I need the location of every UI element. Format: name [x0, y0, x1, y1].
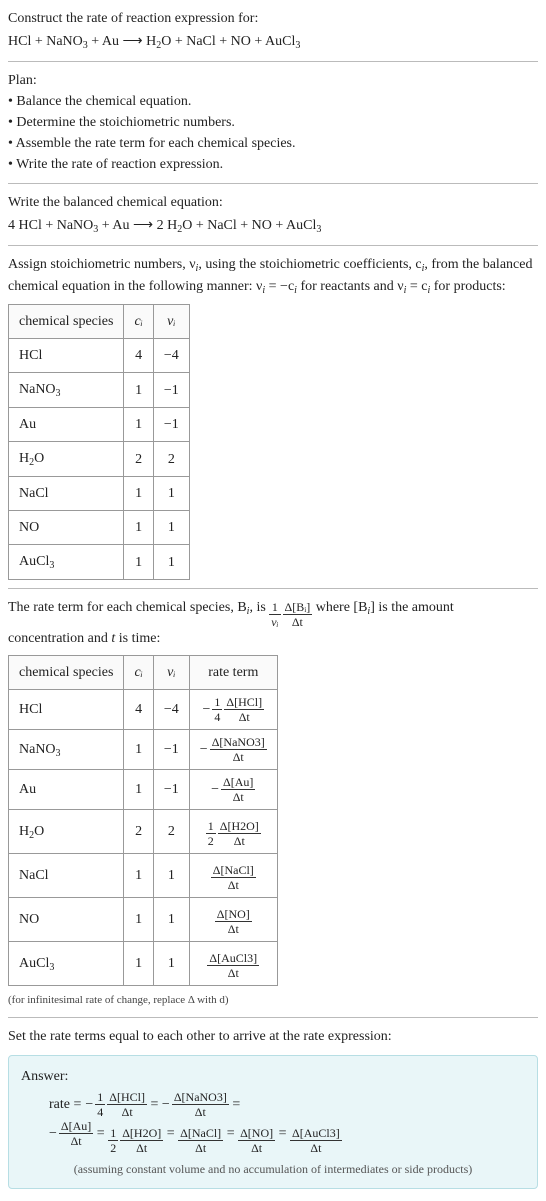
- divider: [8, 245, 538, 246]
- table-row: NaCl11Δ[NaCl]Δt: [9, 854, 278, 898]
- table-header: rate term: [189, 656, 277, 690]
- table-row: HCl4−4−14Δ[HCl]Δt: [9, 690, 278, 730]
- plan-item: • Write the rate of reaction expression.: [8, 154, 538, 175]
- set-equal-text: Set the rate terms equal to each other t…: [8, 1026, 538, 1047]
- table-row: NaNO3 1 −1: [9, 373, 190, 408]
- balanced-equation: 4 HCl + NaNO3 + Au ⟶ 2 H2O + NaCl + NO +…: [8, 215, 538, 237]
- table-header: chemical species: [9, 305, 124, 339]
- balanced-section: Write the balanced chemical equation: 4 …: [8, 192, 538, 237]
- table-header: cᵢ: [124, 656, 153, 690]
- table-row: AuCl311Δ[AuCl3]Δt: [9, 942, 278, 986]
- plan-title: Plan:: [8, 70, 538, 91]
- infinitesimal-note: (for infinitesimal rate of change, repla…: [8, 992, 538, 1009]
- table-row: NO 1 1: [9, 511, 190, 545]
- table-row: NaCl 1 1: [9, 477, 190, 511]
- table-row: H2O2212Δ[H2O]Δt: [9, 810, 278, 854]
- table-header: cᵢ: [124, 305, 153, 339]
- divider: [8, 183, 538, 184]
- answer-line-2: −Δ[Au]Δt = 12Δ[H2O]Δt = Δ[NaCl]Δt = Δ[NO…: [49, 1120, 525, 1154]
- table-row: H2O 2 2: [9, 442, 190, 477]
- answer-box: Answer: rate = −14Δ[HCl]Δt = −Δ[NaNO3]Δt…: [8, 1055, 538, 1189]
- divider: [8, 588, 538, 589]
- construct-label: Construct the rate of reaction expressio…: [8, 8, 538, 29]
- stoichiometric-table: chemical species cᵢ νᵢ HCl 4 −4 NaNO3 1 …: [8, 304, 190, 580]
- table-row: NaNO31−1−Δ[NaNO3]Δt: [9, 730, 278, 770]
- divider: [8, 1017, 538, 1018]
- answer-title: Answer:: [21, 1066, 525, 1087]
- table-row: HCl 4 −4: [9, 339, 190, 373]
- balanced-title: Write the balanced chemical equation:: [8, 192, 538, 213]
- table-row: AuCl3 1 1: [9, 545, 190, 580]
- assign-section: Assign stoichiometric numbers, νi, using…: [8, 254, 538, 298]
- plan-section: Plan: • Balance the chemical equation. •…: [8, 70, 538, 175]
- answer-note: (assuming constant volume and no accumul…: [21, 1160, 525, 1178]
- table-row: Au 1 −1: [9, 408, 190, 442]
- table-row: NO11Δ[NO]Δt: [9, 898, 278, 942]
- plan-item: • Assemble the rate term for each chemic…: [8, 133, 538, 154]
- table-header: νᵢ: [153, 305, 189, 339]
- rate-intro-line2: concentration and t is time:: [8, 631, 160, 646]
- rate-intro: The rate term for each chemical species,…: [8, 597, 538, 649]
- unbalanced-equation: HCl + NaNO3 + Au ⟶ H2O + NaCl + NO + AuC…: [8, 31, 538, 53]
- table-row: Au1−1−Δ[Au]Δt: [9, 770, 278, 810]
- plan-item: • Balance the chemical equation.: [8, 91, 538, 112]
- answer-line-1: rate = −14Δ[HCl]Δt = −Δ[NaNO3]Δt =: [49, 1091, 525, 1118]
- problem-statement: Construct the rate of reaction expressio…: [8, 8, 538, 53]
- table-header: νᵢ: [153, 656, 189, 690]
- divider: [8, 61, 538, 62]
- plan-item: • Determine the stoichiometric numbers.: [8, 112, 538, 133]
- rate-term-table: chemical species cᵢ νᵢ rate term HCl4−4−…: [8, 655, 278, 986]
- table-header: chemical species: [9, 656, 124, 690]
